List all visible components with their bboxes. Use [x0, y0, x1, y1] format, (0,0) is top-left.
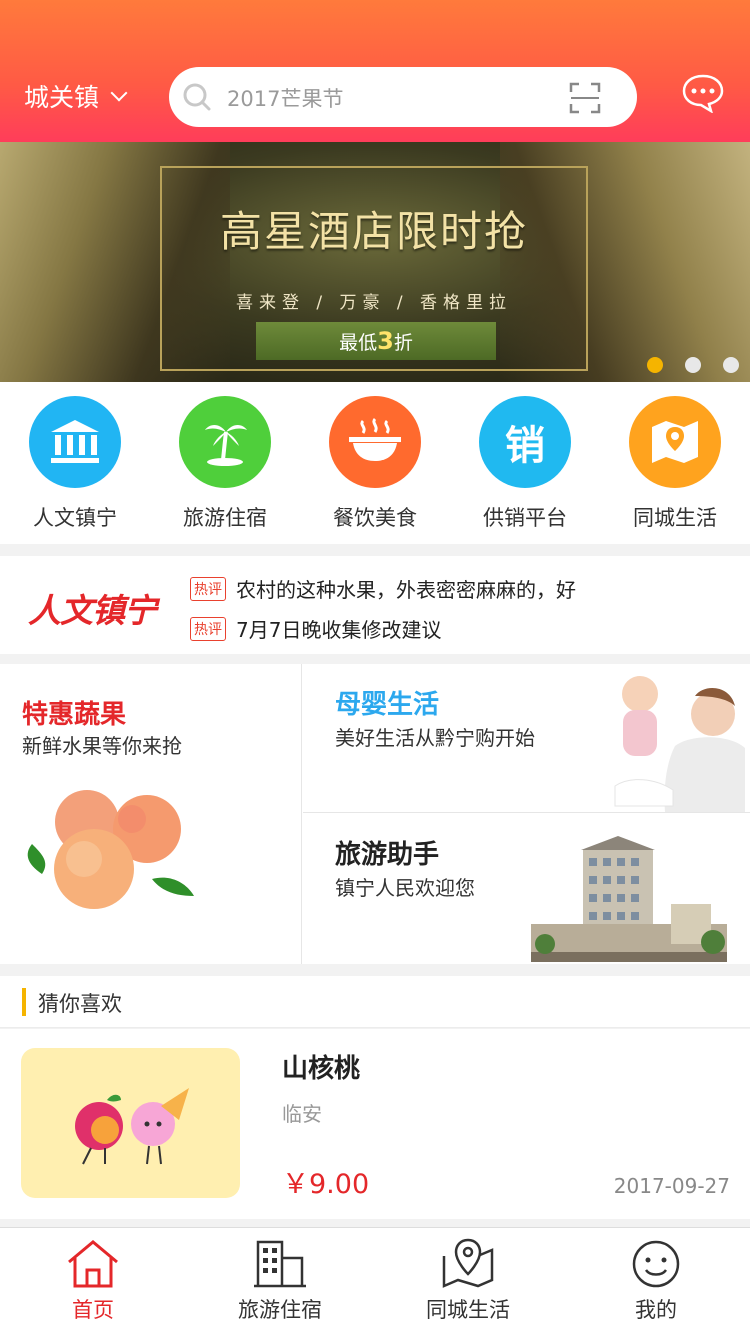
tab-mine[interactable]: 我的: [576, 1238, 736, 1324]
promo-banner[interactable]: 高星酒店限时抢 喜来登 / 万豪 / 香格里拉 最低3折: [0, 142, 750, 382]
news-item[interactable]: 热评 7月7日晚收集修改建议: [190, 614, 441, 643]
banner-subtitle: 喜来登 / 万豪 / 香格里拉: [235, 293, 513, 313]
feature-fruit[interactable]: 特惠蔬果 新鲜水果等你来抢: [0, 664, 302, 964]
tab-lodging[interactable]: 旅游住宿: [200, 1238, 360, 1324]
category-label: 同城生活: [633, 506, 717, 530]
tab-label: 首页: [72, 1298, 114, 1322]
banner-ribbon: 最低3折: [256, 322, 496, 360]
message-icon[interactable]: [681, 73, 725, 113]
feature-travel[interactable]: 旅游助手 镇宁人民欢迎您: [303, 814, 750, 964]
category-grid: 人文镇宁 旅游住宿 餐饮美食 销 供销平台 同城生活: [0, 382, 750, 544]
search-bar[interactable]: 2017芒果节: [169, 67, 637, 127]
app-root: 城关镇 2017芒果节 高星酒店限时抢 喜来登 / 万豪 / 香格里拉 最低3折: [0, 0, 750, 1333]
search-icon: [183, 83, 211, 111]
scan-icon[interactable]: [569, 82, 601, 114]
bank-icon: [29, 396, 121, 488]
category-humanities[interactable]: 人文镇宁: [0, 396, 150, 532]
cartoon-fruits-image: [75, 1088, 189, 1165]
feature-title: 旅游助手: [335, 840, 440, 870]
section-title: 猜你喜欢: [38, 992, 122, 1016]
home-icon: [68, 1240, 118, 1288]
guess-you-like-header: 猜你喜欢: [0, 976, 750, 1028]
feature-title: 特惠蔬果: [22, 700, 127, 730]
category-label: 旅游住宿: [183, 506, 267, 530]
product-date: 2017-09-27: [613, 1174, 730, 1198]
news-text: 农村的这种水果，外表密密麻麻的，好: [236, 578, 576, 602]
map-pin-icon: [442, 1238, 494, 1288]
product-location: 临安: [282, 1102, 322, 1126]
tab-label: 我的: [635, 1298, 677, 1322]
ribbon-number: 3: [377, 327, 394, 355]
news-brand-logo: 人文镇宁: [28, 591, 157, 630]
hot-tag: 热评: [190, 576, 226, 601]
feature-subtitle: 新鲜水果等你来抢: [22, 734, 182, 758]
product-price: ￥9.00: [282, 1169, 370, 1200]
section-accent-bar: [22, 988, 26, 1016]
category-lodging[interactable]: 旅游住宿: [150, 396, 300, 532]
product-thumbnail: [21, 1048, 240, 1198]
chevron-down-icon: [110, 84, 128, 102]
hot-tag: 热评: [190, 616, 226, 641]
feature-subtitle: 美好生活从黔宁购开始: [335, 726, 535, 750]
banner-title: 高星酒店限时抢: [219, 207, 528, 256]
ribbon-prefix: 最低: [339, 332, 378, 354]
sale-icon: 销: [479, 396, 571, 488]
feature-section: 特惠蔬果 新鲜水果等你来抢 母婴生活 美好生活从黔宁购开始 旅游助手 镇宁人民欢…: [0, 664, 750, 964]
product-card[interactable]: 山核桃 临安 ￥9.00 2017-09-27: [0, 1029, 750, 1219]
product-name: 山核桃: [282, 1054, 361, 1084]
ribbon-suffix: 折: [393, 332, 413, 354]
category-local[interactable]: 同城生活: [600, 396, 750, 532]
peach-image: [27, 790, 194, 909]
building-icon: [254, 1240, 306, 1288]
category-label: 供销平台: [483, 506, 567, 530]
news-item[interactable]: 热评 农村的这种水果，外表密密麻麻的，好: [190, 574, 576, 603]
category-supply[interactable]: 销 供销平台: [450, 396, 600, 532]
banner-pagination: [647, 357, 739, 373]
category-label: 餐饮美食: [333, 506, 417, 530]
top-header: 城关镇 2017芒果节: [0, 0, 750, 142]
category-label: 人文镇宁: [33, 506, 117, 530]
pagination-dot[interactable]: [723, 357, 739, 373]
category-food[interactable]: 餐饮美食: [300, 396, 450, 532]
city-selector[interactable]: 城关镇: [24, 78, 128, 114]
mother-baby-image: [614, 676, 745, 812]
map-icon: [629, 396, 721, 488]
hotel-building-image: [531, 836, 727, 962]
feature-subtitle: 镇宁人民欢迎您: [335, 876, 475, 900]
tab-label: 旅游住宿: [238, 1298, 322, 1322]
search-placeholder: 2017芒果节: [227, 87, 344, 111]
tab-home[interactable]: 首页: [13, 1238, 173, 1324]
bottom-tab-bar: 首页 旅游住宿 同城生活 我的: [0, 1227, 750, 1333]
tab-label: 同城生活: [426, 1298, 510, 1322]
tab-local[interactable]: 同城生活: [388, 1238, 548, 1324]
feature-baby[interactable]: 母婴生活 美好生活从黔宁购开始: [303, 664, 750, 813]
pagination-dot-active[interactable]: [647, 357, 663, 373]
news-text: 7月7日晚收集修改建议: [236, 618, 442, 642]
hot-news: 人文镇宁 热评 农村的这种水果，外表密密麻麻的，好 热评 7月7日晚收集修改建议: [0, 556, 750, 654]
smiley-face-icon: [632, 1240, 680, 1288]
city-label: 城关镇: [24, 83, 100, 112]
palm-tree-icon: [179, 396, 271, 488]
pagination-dot[interactable]: [685, 357, 701, 373]
bowl-icon: [329, 396, 421, 488]
feature-title: 母婴生活: [335, 690, 440, 720]
